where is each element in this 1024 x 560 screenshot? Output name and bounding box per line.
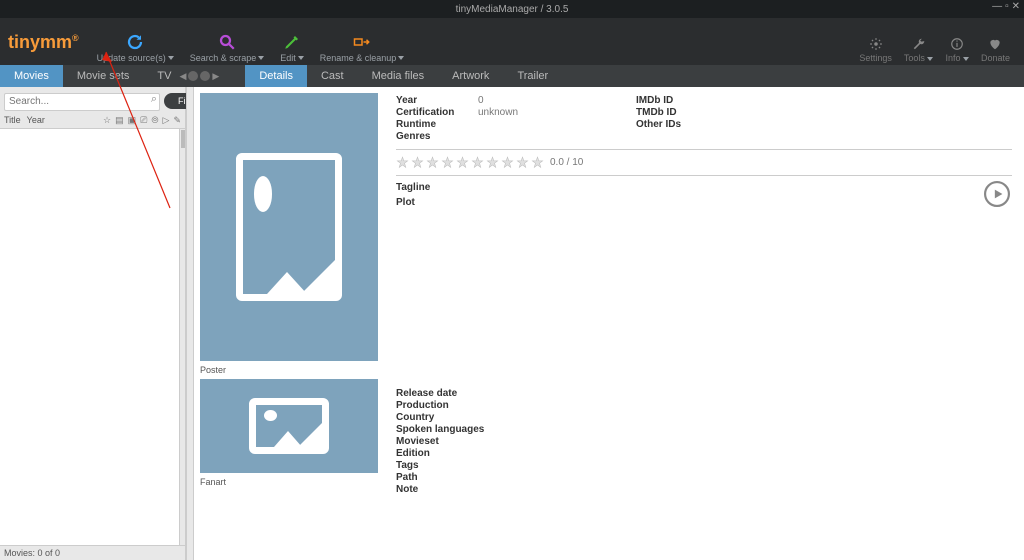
poster-placeholder[interactable] <box>200 93 378 361</box>
otherids-label: Other IDs <box>636 119 710 130</box>
path-label: Path <box>396 472 470 483</box>
fanart-label: Fanart <box>200 477 378 487</box>
subtitle-icon[interactable]: ⎚ <box>140 115 147 126</box>
plot-label: Plot <box>396 197 415 208</box>
tags-label: Tags <box>396 460 470 471</box>
info-button[interactable]: Info <box>945 37 969 63</box>
release-label: Release date <box>396 388 470 399</box>
year-value: 0 <box>478 95 484 106</box>
tab-artwork[interactable]: Artwork <box>438 65 503 87</box>
rename-icon <box>353 33 371 51</box>
star-icon <box>396 156 409 169</box>
window-titlebar: tinyMediaManager / 3.0.5 — ▫ ✕ <box>0 0 1024 18</box>
star-icon[interactable]: ☆ <box>103 115 111 126</box>
movie-list-panel: ⌕ Filter Title Year ☆ ▤ ▣ ⎚ ⦾ ▷ ✎ Movies… <box>0 87 186 560</box>
list-column-headers: Title Year ☆ ▤ ▣ ⎚ ⦾ ▷ ✎ <box>0 115 185 129</box>
window-title: tinyMediaManager / 3.0.5 <box>456 4 569 15</box>
heart-icon <box>988 37 1002 51</box>
search-scrape-button[interactable]: Search & scrape <box>190 33 265 63</box>
star-icon <box>531 156 544 169</box>
search-input[interactable] <box>4 93 160 111</box>
tmdb-label: TMDb ID <box>636 107 710 118</box>
settings-button[interactable]: Settings <box>859 37 892 63</box>
tab-details[interactable]: Details <box>245 65 307 87</box>
imdb-label: IMDb ID <box>636 95 710 106</box>
poster-label: Poster <box>200 365 378 375</box>
splitter[interactable] <box>186 87 194 560</box>
wrench-icon <box>912 37 926 51</box>
tab-moviesets[interactable]: Movie sets <box>63 65 144 87</box>
spoken-label: Spoken languages <box>396 424 506 435</box>
image-icon <box>236 153 343 300</box>
star-icon <box>441 156 454 169</box>
image-icon[interactable]: ▣ <box>128 115 137 126</box>
star-icon <box>456 156 469 169</box>
tagline-label: Tagline <box>396 182 430 193</box>
certification-label: Certification <box>396 107 470 118</box>
year-label: Year <box>396 95 470 106</box>
movie-list[interactable] <box>0 129 185 546</box>
star-icon <box>501 156 514 169</box>
fanart-placeholder[interactable] <box>200 379 378 473</box>
tools-button[interactable]: Tools <box>904 37 934 63</box>
chevron-down-icon <box>258 56 264 60</box>
info-icon <box>950 37 964 51</box>
star-icon <box>486 156 499 169</box>
window-close-button[interactable]: ✕ <box>1012 1 1020 12</box>
window-minimize-button[interactable]: — <box>992 1 1002 12</box>
star-icon <box>516 156 529 169</box>
window-maximize-button[interactable]: ▫ <box>1005 1 1009 12</box>
certification-value: unknown <box>478 107 518 118</box>
app-logo: tinymm® <box>8 32 79 53</box>
production-label: Production <box>396 400 470 411</box>
rename-cleanup-button[interactable]: Rename & cleanup <box>320 33 405 63</box>
note-label: Note <box>396 484 470 495</box>
rating-stars: 0.0 / 10 <box>396 149 1012 176</box>
chevron-down-icon <box>298 56 304 60</box>
star-icon <box>471 156 484 169</box>
country-label: Country <box>396 412 470 423</box>
chevron-down-icon <box>927 57 933 61</box>
col-title[interactable]: Title <box>4 115 21 125</box>
refresh-icon <box>126 33 144 51</box>
tab-cast[interactable]: Cast <box>307 65 358 87</box>
tab-strip: Movies Movie sets TV ◀▶ Details Cast Med… <box>0 65 1024 87</box>
gear-icon <box>869 37 883 51</box>
chevron-down-icon <box>963 57 969 61</box>
tab-movies[interactable]: Movies <box>0 65 63 87</box>
runtime-label: Runtime <box>396 119 470 130</box>
tab-tvshows[interactable]: TV ◀▶ <box>143 65 233 87</box>
rating-text: 0.0 / 10 <box>550 157 583 168</box>
main-toolbar: tinymm® Update source(s) Search & scrape… <box>0 18 1024 65</box>
movieset-label: Movieset <box>396 436 470 447</box>
search-icon: ⌕ <box>151 93 157 106</box>
edition-label: Edition <box>396 448 470 459</box>
star-icon <box>411 156 424 169</box>
nfo-icon[interactable]: ▤ <box>115 115 124 126</box>
genres-label: Genres <box>396 131 470 142</box>
edit-col-icon[interactable]: ✎ <box>173 115 181 126</box>
watched-icon[interactable]: ⦾ <box>151 115 158 126</box>
donate-button[interactable]: Donate <box>981 37 1010 63</box>
scrollbar[interactable] <box>179 129 185 546</box>
col-year[interactable]: Year <box>27 115 45 125</box>
update-sources-button[interactable]: Update source(s) <box>97 33 174 63</box>
chevron-down-icon <box>398 56 404 60</box>
edit-button[interactable]: Edit <box>280 33 304 63</box>
detail-panel: Poster Fanart Year 0 Certification unknown… <box>194 87 1024 560</box>
tab-trailer[interactable]: Trailer <box>503 65 562 87</box>
image-icon <box>249 398 329 454</box>
star-icon <box>426 156 439 169</box>
search-icon <box>218 33 236 51</box>
list-status: Movies: 0 of 0 <box>0 545 185 560</box>
play-button[interactable] <box>984 181 1010 207</box>
tab-mediafiles[interactable]: Media files <box>358 65 439 87</box>
play-icon[interactable]: ▷ <box>163 115 170 126</box>
pencil-icon <box>283 33 301 51</box>
chevron-down-icon <box>168 56 174 60</box>
